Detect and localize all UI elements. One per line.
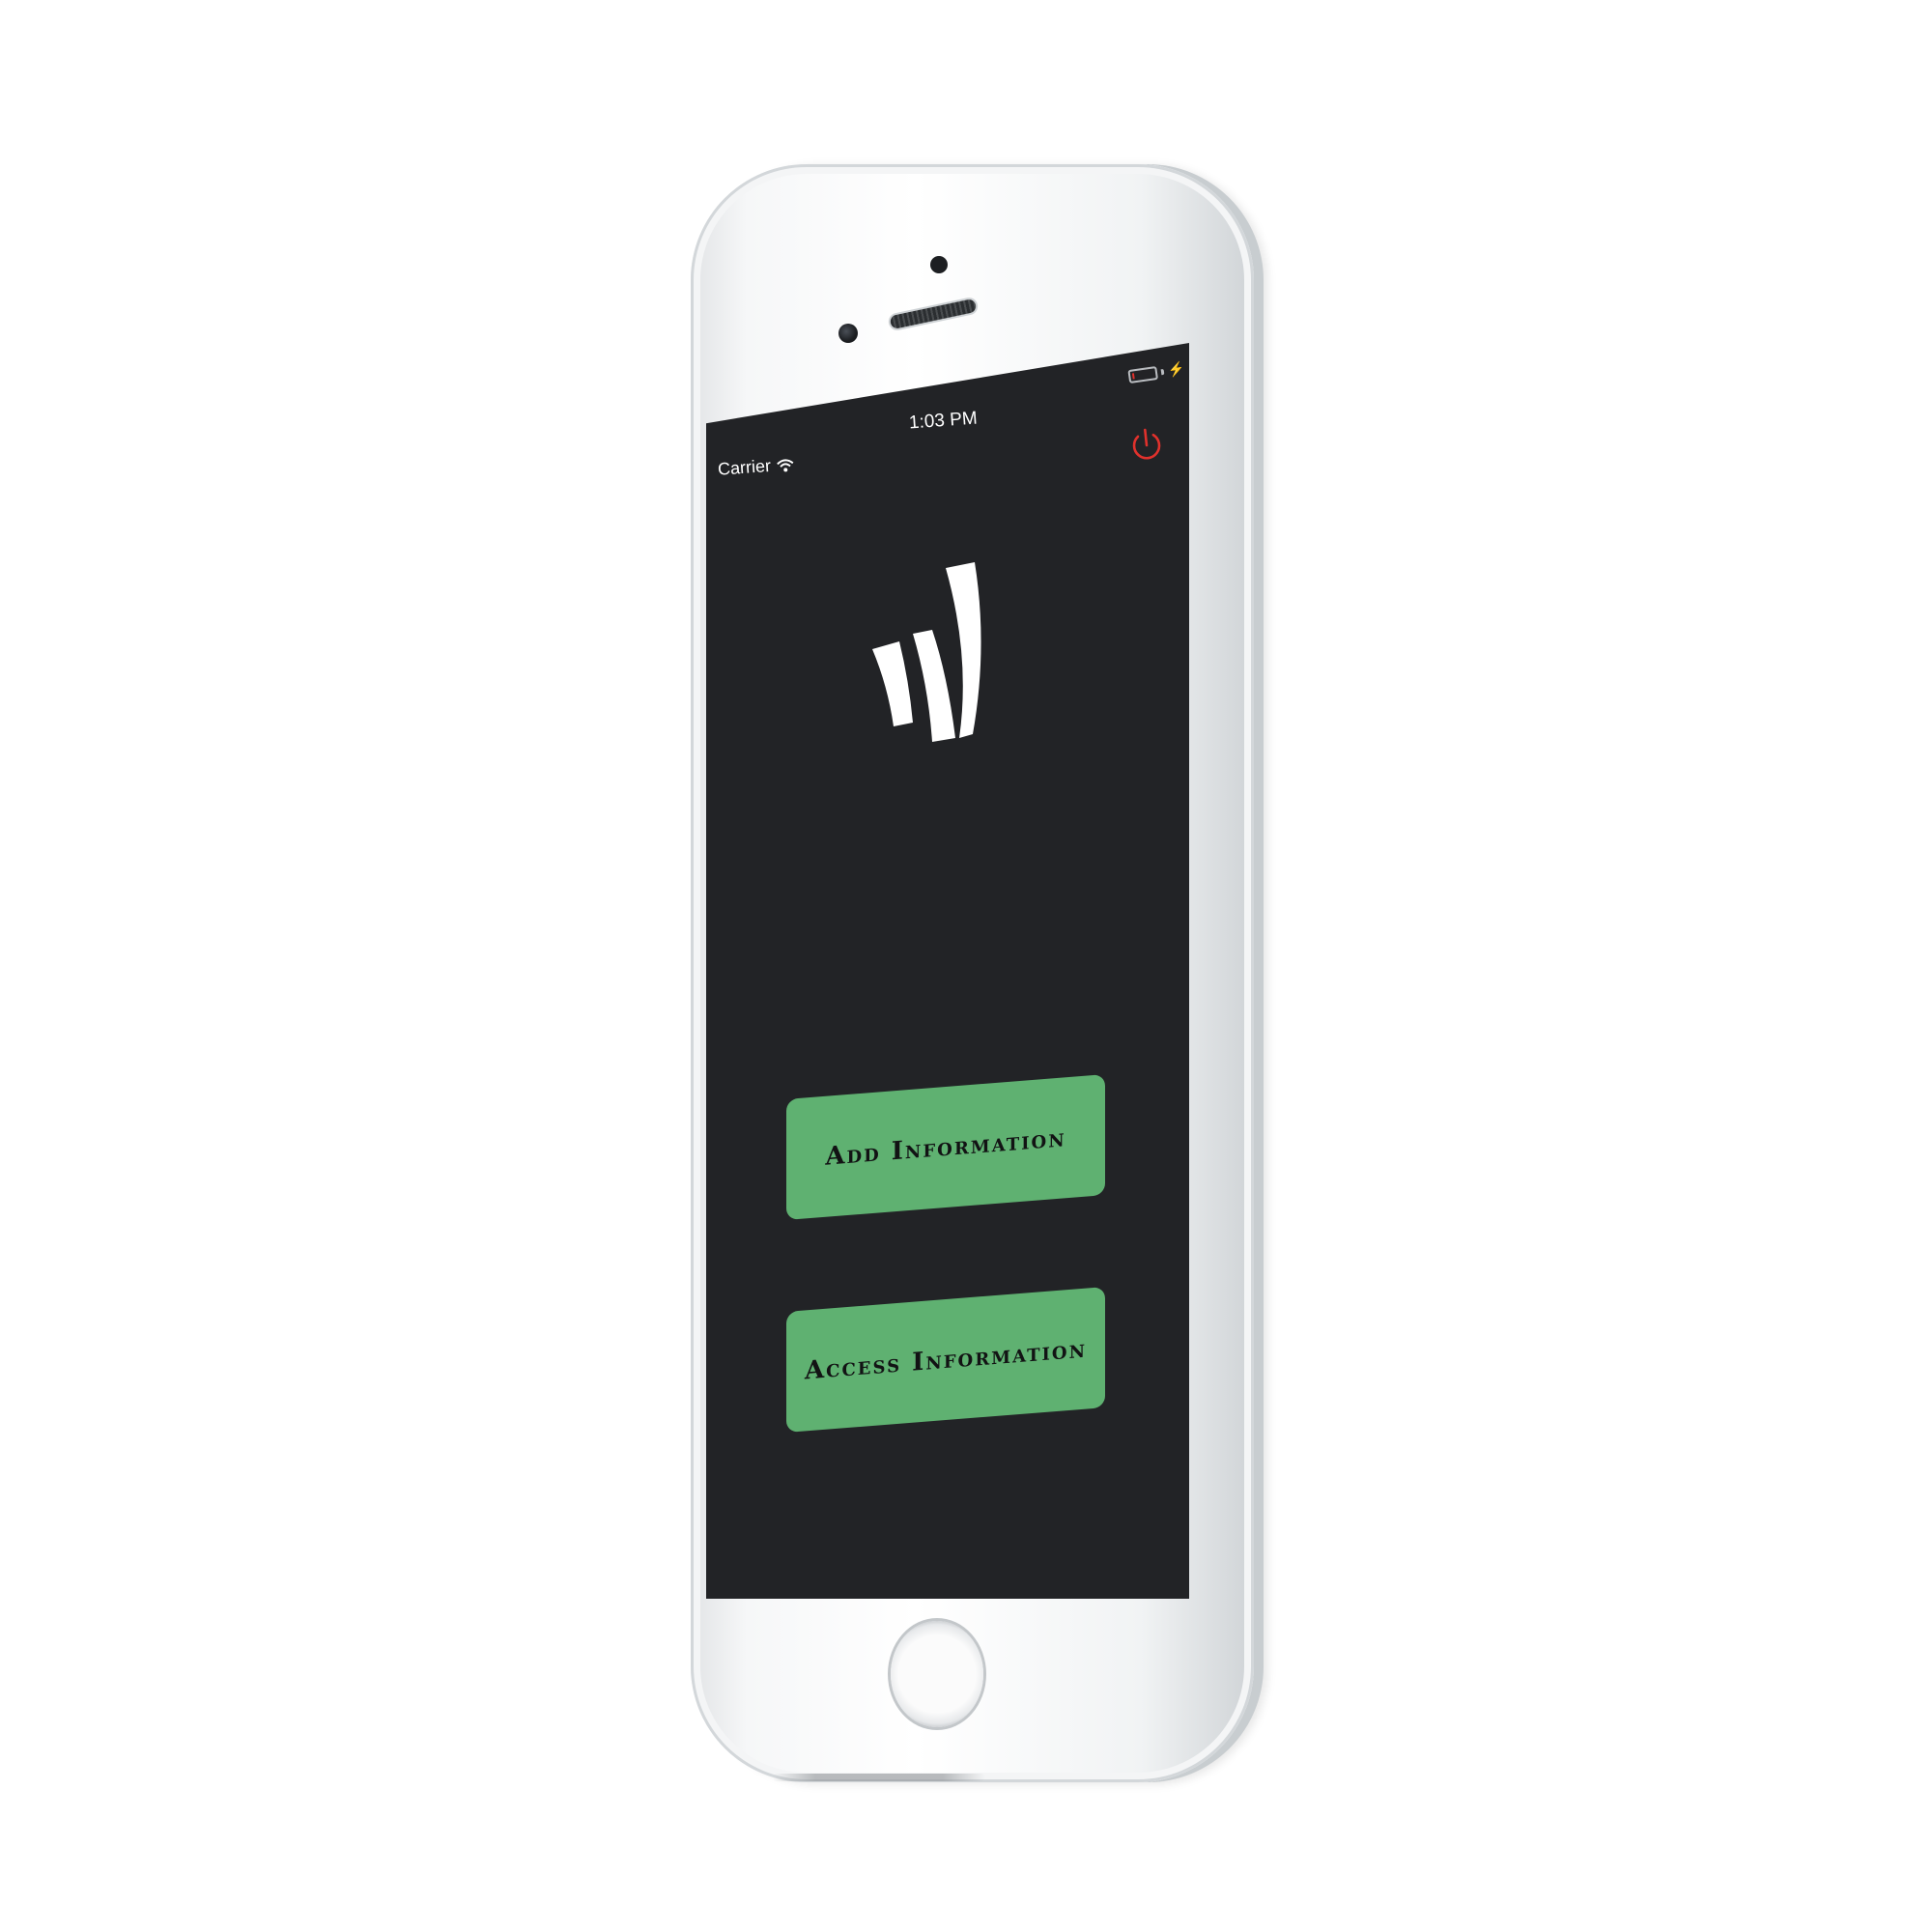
carrier-indicator: Carrier xyxy=(717,454,794,479)
proximity-sensor xyxy=(838,324,858,343)
access-information-label: Access Information xyxy=(804,1334,1088,1385)
app-screen: Carrier 1:03 PM ⚡ Add Information Access… xyxy=(706,343,1189,1599)
wifi-icon xyxy=(777,458,794,471)
battery-icon xyxy=(1127,365,1158,384)
bolt-icon: ⚡ xyxy=(1166,360,1186,379)
status-time: 1:03 PM xyxy=(908,408,979,434)
battery-tip xyxy=(1160,368,1165,375)
carrier-label: Carrier xyxy=(717,455,772,479)
power-icon[interactable] xyxy=(1127,424,1166,467)
battery-indicator: ⚡ xyxy=(1127,360,1185,384)
home-button[interactable] xyxy=(891,1621,983,1727)
front-camera xyxy=(930,256,948,273)
bottom-edge xyxy=(773,1774,985,1781)
access-information-button[interactable]: Access Information xyxy=(786,1287,1105,1433)
add-information-label: Add Information xyxy=(825,1122,1066,1172)
battery-level xyxy=(1131,372,1135,379)
device-mockup: Carrier 1:03 PM ⚡ Add Information Access… xyxy=(0,0,1932,1932)
app-logo xyxy=(872,562,981,742)
add-information-button[interactable]: Add Information xyxy=(786,1074,1105,1220)
